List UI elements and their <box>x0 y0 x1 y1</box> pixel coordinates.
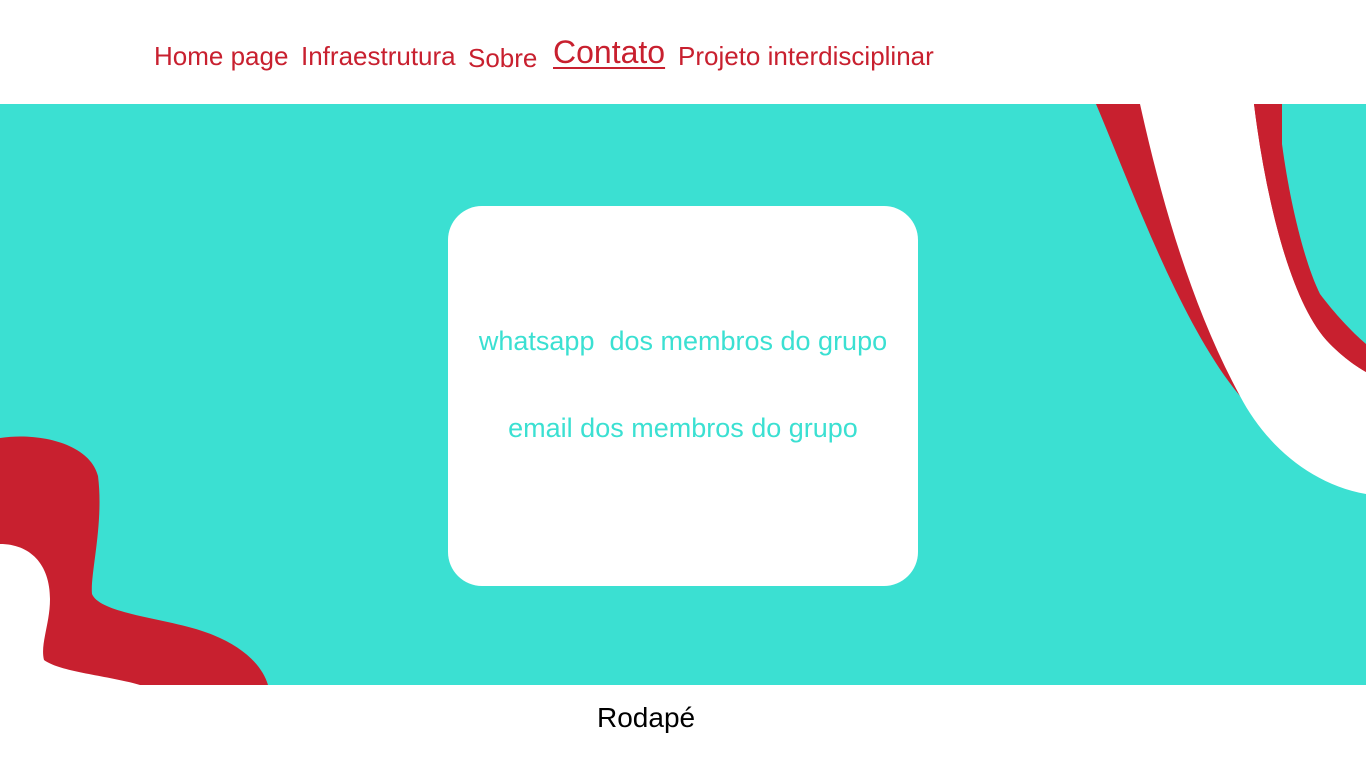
nav-link-infraestrutura[interactable]: Infraestrutura <box>301 41 456 72</box>
email-info-text: email dos membros do grupo <box>508 413 858 443</box>
contact-card: whatsapp dos membros do grupo email dos … <box>448 206 918 586</box>
contact-page: Home page Infraestrutura Sobre Contato P… <box>0 0 1366 768</box>
footer: Rodapé <box>0 685 1366 768</box>
nav-link-home-page[interactable]: Home page <box>154 41 288 72</box>
top-navigation: Home page Infraestrutura Sobre Contato P… <box>0 0 1366 104</box>
footer-label: Rodapé <box>597 702 696 733</box>
nav-link-sobre[interactable]: Sobre <box>468 43 537 74</box>
whatsapp-info-text: whatsapp dos membros do grupo <box>478 326 888 356</box>
nav-link-projeto-interdisciplinar[interactable]: Projeto interdisciplinar <box>678 41 934 72</box>
nav-link-contato[interactable]: Contato <box>553 34 665 71</box>
hero-section: whatsapp dos membros do grupo email dos … <box>0 104 1366 685</box>
